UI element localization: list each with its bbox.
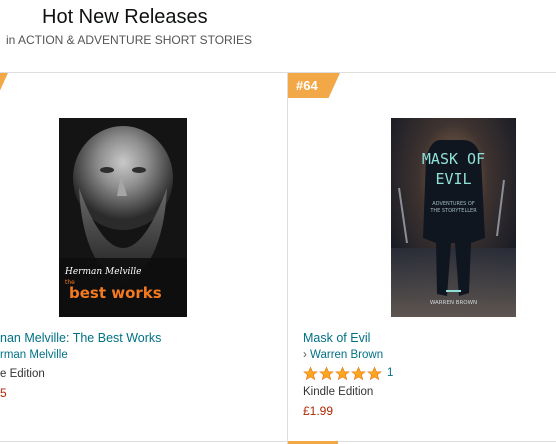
product-card: Herman Melville the best works nan Melvi… <box>0 73 287 441</box>
star-icon <box>303 365 318 380</box>
format-label: e Edition <box>0 368 45 380</box>
star-rating[interactable]: 1 <box>303 365 393 381</box>
book-cover-art: Herman Melville the best works <box>59 118 187 317</box>
book-cover-image[interactable]: MASK OF EVIL ADVENTURES OF THE STORYTELL… <box>391 118 516 317</box>
author-name: Warren Brown <box>310 349 384 361</box>
author-link[interactable]: rman Melville <box>0 349 68 361</box>
star-icon <box>319 365 334 380</box>
cover-author-text: WARREN BROWN <box>430 300 477 306</box>
cover-title-text: best works <box>69 284 162 302</box>
divider-bottom <box>0 441 556 442</box>
format-label: Kindle Edition <box>303 386 374 398</box>
book-cover-image[interactable]: Herman Melville the best works <box>59 118 187 317</box>
product-title-link[interactable]: Mask of Evil <box>303 331 370 345</box>
cover-subtitle-line2: THE STORYTELLER <box>429 208 477 214</box>
book-cover-art: MASK OF EVIL ADVENTURES OF THE STORYTELL… <box>391 118 516 317</box>
author-link[interactable]: › Warren Brown <box>303 349 383 361</box>
category-subtitle: in ACTION & ADVENTURE SHORT STORIES <box>6 33 253 47</box>
rating-count[interactable]: 1 <box>387 367 393 379</box>
star-icon <box>367 365 382 380</box>
star-icon <box>351 365 366 380</box>
cover-title-line2: EVIL <box>435 170 471 188</box>
rank-badge: #64 <box>288 73 340 98</box>
star-icon <box>335 365 350 380</box>
rank-badge <box>0 73 8 98</box>
cover-subtitle-line1: ADVENTURES OF <box>432 201 475 207</box>
cover-author-text: Herman Melville <box>64 267 142 277</box>
author-chevron-icon: › <box>303 349 307 361</box>
product-card: #64 MASK OF EVIL ADVENTURES OF THE STORY… <box>288 73 556 441</box>
product-title-link[interactable]: nan Melville: The Best Works <box>0 331 161 345</box>
price: £1.99 <box>303 404 334 418</box>
cover-title-line1: MASK OF <box>422 150 485 168</box>
price: 5 <box>0 386 7 400</box>
page-title: Hot New Releases <box>42 6 208 28</box>
